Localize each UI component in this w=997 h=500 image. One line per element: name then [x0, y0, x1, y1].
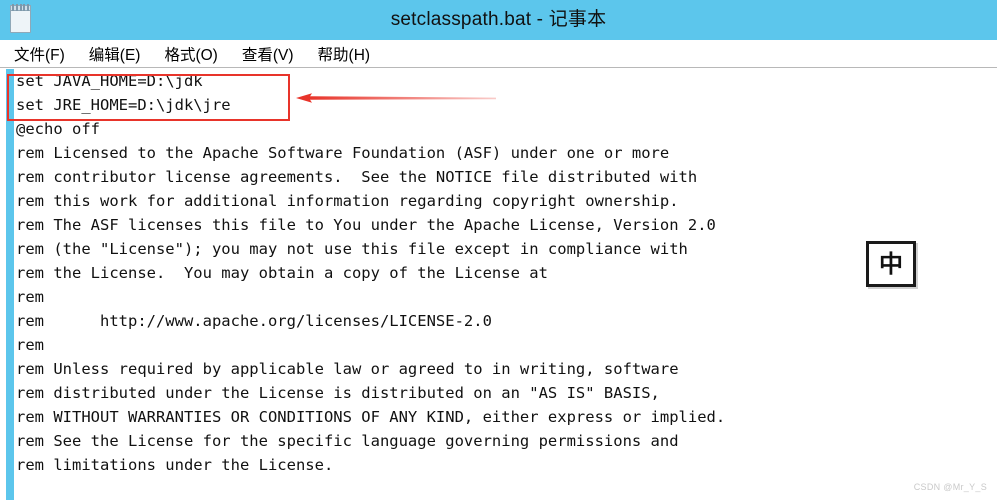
code-line: rem the License. You may obtain a copy o…: [16, 264, 548, 282]
code-line: rem The ASF licenses this file to You un…: [16, 216, 716, 234]
menu-bar: 文件(F) 编辑(E) 格式(O) 查看(V) 帮助(H): [0, 40, 997, 68]
code-line: rem See the License for the specific lan…: [16, 432, 679, 450]
code-line: set JAVA_HOME=D:\jdk: [16, 72, 203, 90]
title-bar[interactable]: setclasspath.bat - 记事本: [0, 0, 997, 40]
watermark: CSDN @Mr_Y_S: [913, 482, 987, 492]
ime-mode-indicator[interactable]: 中: [866, 241, 916, 287]
code-line: rem contributor license agreements. See …: [16, 168, 698, 186]
left-selection-band: [6, 69, 14, 500]
code-line: @echo off: [16, 120, 100, 138]
text-content[interactable]: set JAVA_HOME=D:\jdkset JRE_HOME=D:\jdk\…: [16, 69, 991, 500]
code-line: rem limitations under the License.: [16, 456, 334, 474]
code-line: set JRE_HOME=D:\jdk\jre: [16, 96, 231, 114]
code-line: rem WITHOUT WARRANTIES OR CONDITIONS OF …: [16, 408, 726, 426]
editor-area[interactable]: set JAVA_HOME=D:\jdkset JRE_HOME=D:\jdk\…: [0, 69, 997, 500]
code-line: rem http://www.apache.org/licenses/LICEN…: [16, 312, 492, 330]
code-line: rem: [16, 336, 44, 354]
ime-mode-label: 中: [879, 250, 903, 278]
menu-item-file[interactable]: 文件(F): [14, 43, 65, 65]
code-line: rem Licensed to the Apache Software Foun…: [16, 144, 670, 162]
code-line: rem Unless required by applicable law or…: [16, 360, 679, 378]
code-line: rem distributed under the License is dis…: [16, 384, 660, 402]
menu-item-view[interactable]: 查看(V): [242, 43, 294, 65]
menu-item-help[interactable]: 帮助(H): [318, 43, 371, 65]
menu-item-format[interactable]: 格式(O): [164, 43, 217, 65]
notepad-window: setclasspath.bat - 记事本 文件(F) 编辑(E) 格式(O)…: [0, 0, 997, 500]
code-line: rem: [16, 288, 44, 306]
code-line: rem this work for additional information…: [16, 192, 679, 210]
menu-item-edit[interactable]: 编辑(E): [89, 43, 141, 65]
code-line: rem (the "License"); you may not use thi…: [16, 240, 688, 258]
window-title: setclasspath.bat - 记事本: [390, 9, 607, 30]
